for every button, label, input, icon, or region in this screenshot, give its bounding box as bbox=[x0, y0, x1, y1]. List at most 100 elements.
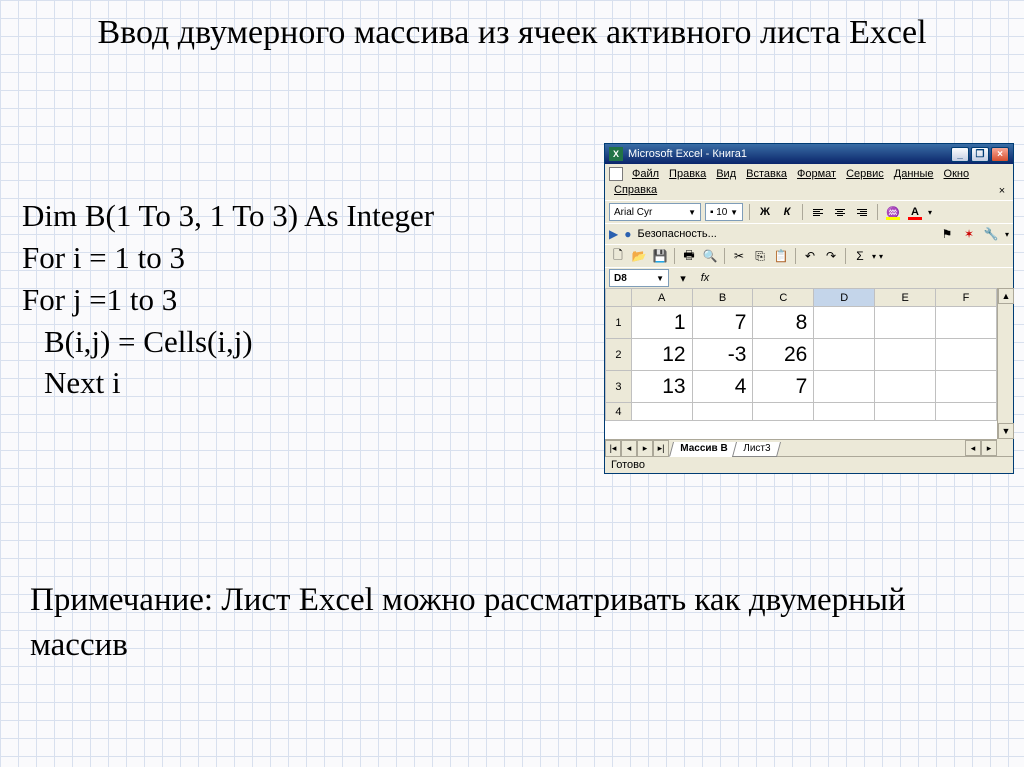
menu-data[interactable]: Данные bbox=[889, 166, 939, 182]
cell[interactable] bbox=[936, 339, 997, 371]
cell[interactable]: 7 bbox=[692, 307, 753, 339]
cell[interactable] bbox=[875, 339, 936, 371]
menu-view[interactable]: Вид bbox=[711, 166, 741, 182]
font-size-input[interactable]: ▪10▼ bbox=[705, 203, 743, 221]
italic-button[interactable]: К bbox=[778, 203, 796, 221]
fx-button[interactable]: fx bbox=[697, 270, 713, 286]
print-button[interactable]: 🖶 bbox=[680, 247, 698, 265]
col-header[interactable]: F bbox=[936, 289, 997, 307]
cell[interactable]: -3 bbox=[692, 339, 753, 371]
cell[interactable]: 7 bbox=[753, 371, 814, 403]
scroll-right-icon[interactable]: ▸ bbox=[981, 440, 997, 456]
status-bar: Готово bbox=[605, 456, 1013, 473]
cell[interactable]: 26 bbox=[753, 339, 814, 371]
play-icon[interactable]: ▶ bbox=[609, 227, 618, 241]
paste-button[interactable]: 📋 bbox=[772, 247, 790, 265]
menu-format[interactable]: Формат bbox=[792, 166, 841, 182]
redo-button[interactable]: ↷ bbox=[822, 247, 840, 265]
scroll-up-icon[interactable]: ▲ bbox=[998, 288, 1014, 304]
cell[interactable] bbox=[692, 403, 753, 421]
record-icon[interactable]: ● bbox=[624, 227, 631, 241]
copy-button[interactable]: ⎘ bbox=[751, 247, 769, 265]
toolbar-more-icon[interactable]: ▾ bbox=[928, 208, 932, 217]
menu-edit[interactable]: Правка bbox=[664, 166, 711, 182]
slide-title: Ввод двумерного массива из ячеек активно… bbox=[0, 0, 1024, 55]
cell[interactable] bbox=[875, 403, 936, 421]
cell[interactable] bbox=[936, 307, 997, 339]
col-header[interactable]: A bbox=[631, 289, 692, 307]
toolbar-more-icon[interactable]: ▾ bbox=[879, 252, 883, 261]
align-left-button[interactable] bbox=[809, 203, 827, 221]
new-button[interactable]: 🗋 bbox=[609, 247, 627, 265]
cell[interactable]: 8 bbox=[753, 307, 814, 339]
sum-button[interactable]: Σ bbox=[851, 247, 869, 265]
cell[interactable] bbox=[936, 371, 997, 403]
cell[interactable] bbox=[814, 403, 875, 421]
cell[interactable]: 13 bbox=[631, 371, 692, 403]
cell[interactable]: 12 bbox=[631, 339, 692, 371]
align-center-button[interactable] bbox=[831, 203, 849, 221]
col-header[interactable]: B bbox=[692, 289, 753, 307]
menu-insert[interactable]: Вставка bbox=[741, 166, 792, 182]
cell[interactable] bbox=[814, 339, 875, 371]
horizontal-scrollbar[interactable]: |◂ ◂ ▸ ▸| Массив В Лист3 ◂ ▸ bbox=[605, 439, 997, 456]
row-header[interactable]: 2 bbox=[606, 339, 632, 371]
sheet-tab[interactable]: Лист3 bbox=[732, 442, 781, 457]
cell[interactable]: 4 bbox=[692, 371, 753, 403]
fill-color-button[interactable]: ♒ bbox=[884, 203, 902, 221]
note-text: Примечание: Лист Excel можно рассматрива… bbox=[30, 578, 970, 667]
cell[interactable] bbox=[936, 403, 997, 421]
name-box[interactable]: D8▼ bbox=[609, 269, 669, 287]
cell[interactable] bbox=[814, 371, 875, 403]
menu-tools[interactable]: Сервис bbox=[841, 166, 889, 182]
security-toolbar: ▶ ● Безопасность... ⚑ ✶ 🔧 ▾ bbox=[605, 223, 1013, 244]
align-right-button[interactable] bbox=[853, 203, 871, 221]
macro-icon[interactable]: ⚑ bbox=[939, 226, 955, 242]
maximize-button[interactable]: ❐ bbox=[971, 147, 989, 162]
tab-prev-icon[interactable]: ◂ bbox=[621, 440, 637, 457]
tab-first-icon[interactable]: |◂ bbox=[605, 440, 621, 457]
font-color-button[interactable]: A bbox=[906, 203, 924, 221]
cell[interactable] bbox=[753, 403, 814, 421]
menu-file[interactable]: Файл bbox=[627, 166, 664, 182]
scroll-left-icon[interactable]: ◂ bbox=[965, 440, 981, 456]
open-button[interactable]: 📂 bbox=[630, 247, 648, 265]
cut-button[interactable]: ✂ bbox=[730, 247, 748, 265]
sheet-tab-active[interactable]: Массив В bbox=[669, 442, 738, 457]
spreadsheet-grid[interactable]: A B C D E F 1 1 7 8 2 bbox=[605, 288, 997, 421]
font-name-input[interactable]: Arial Cyr▼ bbox=[609, 203, 701, 221]
col-header[interactable]: E bbox=[875, 289, 936, 307]
toolbar-more-icon[interactable]: ▾ bbox=[1005, 230, 1009, 239]
row-header[interactable]: 3 bbox=[606, 371, 632, 403]
worksheet-area: A B C D E F 1 1 7 8 2 bbox=[605, 288, 1013, 456]
preview-button[interactable]: 🔍 bbox=[701, 247, 719, 265]
cell[interactable] bbox=[875, 307, 936, 339]
excel-app-icon: X bbox=[609, 147, 623, 161]
menu-window[interactable]: Окно bbox=[939, 166, 975, 182]
tab-next-icon[interactable]: ▸ bbox=[637, 440, 653, 457]
close-button[interactable]: × bbox=[991, 147, 1009, 162]
cell[interactable] bbox=[631, 403, 692, 421]
undo-button[interactable]: ↶ bbox=[801, 247, 819, 265]
save-button[interactable]: 💾 bbox=[651, 247, 669, 265]
select-all-corner[interactable] bbox=[606, 289, 632, 307]
col-header[interactable]: C bbox=[753, 289, 814, 307]
minimize-button[interactable]: _ bbox=[951, 147, 969, 162]
titlebar: X Microsoft Excel - Книга1 _ ❐ × bbox=[605, 144, 1013, 164]
tab-last-icon[interactable]: ▸| bbox=[653, 440, 669, 457]
cancel-icon[interactable]: ▾ bbox=[675, 270, 691, 286]
scroll-down-icon[interactable]: ▼ bbox=[998, 423, 1014, 439]
row-header[interactable]: 1 bbox=[606, 307, 632, 339]
vb-icon[interactable]: ✶ bbox=[961, 226, 977, 242]
bold-button[interactable]: Ж bbox=[756, 203, 774, 221]
code-line: Dim B(1 To 3, 1 To 3) As Integer bbox=[22, 195, 434, 237]
security-button[interactable]: Безопасность... bbox=[637, 228, 933, 240]
design-icon[interactable]: 🔧 bbox=[983, 226, 999, 242]
cell[interactable] bbox=[875, 371, 936, 403]
col-header[interactable]: D bbox=[814, 289, 875, 307]
cell[interactable]: 1 bbox=[631, 307, 692, 339]
doc-close-button[interactable]: × bbox=[995, 184, 1009, 198]
cell[interactable] bbox=[814, 307, 875, 339]
row-header[interactable]: 4 bbox=[606, 403, 632, 421]
vertical-scrollbar[interactable]: ▲ ▼ bbox=[997, 288, 1013, 439]
